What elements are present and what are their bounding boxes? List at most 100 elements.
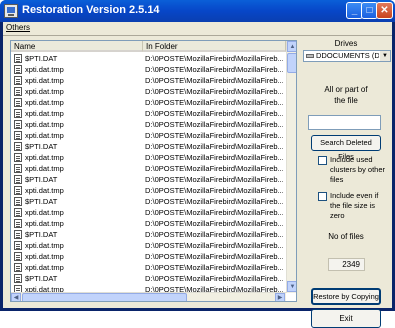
file-icon — [14, 186, 22, 195]
file-icon — [14, 98, 22, 107]
file-icon — [14, 252, 22, 261]
menu-bar: Others — [3, 22, 392, 36]
table-row[interactable]: xpti.dat.tmp D:\0POSTE\MozillaFirebird\Mo… — [11, 97, 285, 108]
restore-by-copying-button[interactable]: Restore by Copying — [311, 288, 381, 305]
table-row[interactable]: xpti.dat.tmp D:\0POSTE\MozillaFirebird\Mo… — [11, 130, 285, 141]
folder-cell: D:\0POSTE\MozillaFirebird\MozillaFireb..… — [145, 76, 283, 85]
file-icon — [14, 274, 22, 283]
file-name-cell: xpti.dat.tmp — [25, 153, 64, 162]
file-name-cell: $PTI.DAT — [25, 175, 58, 184]
title-bar[interactable]: Restoration Version 2.5.14 _ □ ✕ — [0, 0, 395, 22]
drives-label: Drives — [334, 39, 358, 48]
menu-others[interactable]: Others — [6, 23, 30, 32]
file-list[interactable]: Name In Folder $PTI.DAT D:\0POSTE\Mozilla… — [10, 40, 297, 302]
table-row[interactable]: xpti.dat.tmp D:\0POSTE\MozillaFirebird\Mo… — [11, 86, 285, 97]
scroll-up-button[interactable]: ▲ — [287, 41, 296, 52]
vertical-scroll-thumb[interactable] — [287, 53, 296, 73]
close-button[interactable]: ✕ — [376, 2, 393, 19]
folder-cell: D:\0POSTE\MozillaFirebird\MozillaFireb..… — [145, 98, 283, 107]
file-name-cell: $PTI.DAT — [25, 197, 58, 206]
folder-cell: D:\0POSTE\MozillaFirebird\MozillaFireb..… — [145, 175, 283, 184]
file-name-cell: $PTI.DAT — [25, 54, 58, 63]
table-row[interactable]: $PTI.DAT D:\0POSTE\MozillaFirebird\Mozill… — [11, 273, 285, 284]
search-deleted-files-button[interactable]: Search Deleted Files — [311, 135, 381, 161]
table-row[interactable]: xpti.dat.tmp D:\0POSTE\MozillaFirebird\Mo… — [11, 75, 285, 86]
file-name-cell: xpti.dat.tmp — [25, 131, 64, 140]
file-name-cell: xpti.dat.tmp — [25, 164, 64, 173]
file-icon — [14, 230, 22, 239]
file-name-cell: xpti.dat.tmp — [25, 87, 64, 96]
chevron-down-icon[interactable]: ▼ — [380, 51, 390, 61]
include-zero-size-checkbox[interactable] — [318, 192, 327, 201]
table-row[interactable]: xpti.dat.tmp D:\0POSTE\MozillaFirebird\Mo… — [11, 185, 285, 196]
folder-cell: D:\0POSTE\MozillaFirebird\MozillaFireb..… — [145, 164, 283, 173]
table-row[interactable]: $PTI.DAT D:\0POSTE\MozillaFirebird\Mozill… — [11, 229, 285, 240]
folder-cell: D:\0POSTE\MozillaFirebird\MozillaFireb..… — [145, 219, 283, 228]
table-row[interactable]: $PTI.DAT D:\0POSTE\MozillaFirebird\Mozill… — [11, 141, 285, 152]
table-row[interactable]: xpti.dat.tmp D:\0POSTE\MozillaFirebird\Mo… — [11, 218, 285, 229]
file-icon — [14, 175, 22, 184]
file-name-cell: xpti.dat.tmp — [25, 219, 64, 228]
file-icon — [14, 197, 22, 206]
file-name-cell: xpti.dat.tmp — [25, 65, 64, 74]
file-name-cell: xpti.dat.tmp — [25, 109, 64, 118]
table-row[interactable]: xpti.dat.tmp D:\0POSTE\MozillaFirebird\Mo… — [11, 163, 285, 174]
file-search-input[interactable] — [308, 115, 381, 130]
table-row[interactable]: $PTI.DAT D:\0POSTE\MozillaFirebird\Mozill… — [11, 196, 285, 207]
vertical-scrollbar[interactable]: ▲ ▼ — [286, 41, 296, 293]
file-name-cell: xpti.dat.tmp — [25, 76, 64, 85]
client-area: Others Name In Folder $PTI.DAT D:\0POSTE\… — [3, 22, 392, 328]
column-header-name[interactable]: Name — [11, 41, 143, 52]
file-name-cell: xpti.dat.tmp — [25, 120, 64, 129]
table-row[interactable]: xpti.dat.tmp D:\0POSTE\MozillaFirebird\Mo… — [11, 207, 285, 218]
file-icon — [14, 241, 22, 250]
drive-select[interactable]: DDOCUMENTS (D:) ▼ — [303, 50, 391, 62]
scroll-down-button[interactable]: ▼ — [287, 281, 296, 292]
include-used-clusters-label: Include used clusters by other files — [330, 155, 386, 184]
table-row[interactable]: xpti.dat.tmp D:\0POSTE\MozillaFirebird\Mo… — [11, 152, 285, 163]
table-row[interactable]: xpti.dat.tmp D:\0POSTE\MozillaFirebird\Mo… — [11, 251, 285, 262]
include-used-clusters-checkbox[interactable] — [318, 156, 327, 165]
folder-cell: D:\0POSTE\MozillaFirebird\MozillaFireb..… — [145, 120, 283, 129]
window-title: Restoration Version 2.5.14 — [22, 4, 160, 16]
folder-cell: D:\0POSTE\MozillaFirebird\MozillaFireb..… — [145, 87, 283, 96]
folder-cell: D:\0POSTE\MozillaFirebird\MozillaFireb..… — [145, 65, 283, 74]
app-icon — [4, 4, 18, 18]
table-row[interactable]: xpti.dat.tmp D:\0POSTE\MozillaFirebird\Mo… — [11, 262, 285, 273]
file-name-cell: $PTI.DAT — [25, 274, 58, 283]
file-rows: $PTI.DAT D:\0POSTE\MozillaFirebird\Mozill… — [11, 53, 285, 293]
search-label-line2: the file — [334, 96, 358, 105]
file-name-cell: xpti.dat.tmp — [25, 208, 64, 217]
table-row[interactable]: $PTI.DAT D:\0POSTE\MozillaFirebird\Mozill… — [11, 174, 285, 185]
table-row[interactable]: xpti.dat.tmp D:\0POSTE\MozillaFirebird\Mo… — [11, 119, 285, 130]
horizontal-scroll-thumb[interactable] — [22, 293, 187, 301]
no-of-files-label: No of files — [328, 232, 364, 241]
table-row[interactable]: xpti.dat.tmp D:\0POSTE\MozillaFirebird\Mo… — [11, 240, 285, 251]
table-row[interactable]: xpti.dat.tmp D:\0POSTE\MozillaFirebird\Mo… — [11, 64, 285, 75]
file-name-cell: $PTI.DAT — [25, 142, 58, 151]
scroll-right-button[interactable]: ▶ — [275, 293, 285, 301]
exit-button[interactable]: Exit — [311, 309, 381, 328]
file-icon — [14, 219, 22, 228]
table-row[interactable]: xpti.dat.tmp D:\0POSTE\MozillaFirebird\Mo… — [11, 108, 285, 119]
file-icon — [14, 153, 22, 162]
scroll-left-button[interactable]: ◀ — [11, 293, 21, 301]
table-row[interactable]: $PTI.DAT D:\0POSTE\MozillaFirebird\Mozill… — [11, 53, 285, 64]
folder-cell: D:\0POSTE\MozillaFirebird\MozillaFireb..… — [145, 208, 283, 217]
folder-cell: D:\0POSTE\MozillaFirebird\MozillaFireb..… — [145, 241, 283, 250]
folder-cell: D:\0POSTE\MozillaFirebird\MozillaFireb..… — [145, 153, 283, 162]
folder-cell: D:\0POSTE\MozillaFirebird\MozillaFireb..… — [145, 131, 283, 140]
file-icon — [14, 263, 22, 272]
file-name-cell: xpti.dat.tmp — [25, 241, 64, 250]
file-icon — [14, 87, 22, 96]
column-header-folder[interactable]: In Folder — [143, 41, 286, 52]
file-name-cell: $PTI.DAT — [25, 230, 58, 239]
file-icon — [14, 54, 22, 63]
file-icon — [14, 109, 22, 118]
folder-cell: D:\0POSTE\MozillaFirebird\MozillaFireb..… — [145, 186, 283, 195]
drive-select-value: DDOCUMENTS (D:) — [316, 51, 379, 60]
file-name-cell: xpti.dat.tmp — [25, 98, 64, 107]
folder-cell: D:\0POSTE\MozillaFirebird\MozillaFireb..… — [145, 142, 283, 151]
file-name-cell: xpti.dat.tmp — [25, 263, 64, 272]
horizontal-scrollbar[interactable]: ◀ ▶ — [11, 292, 286, 301]
